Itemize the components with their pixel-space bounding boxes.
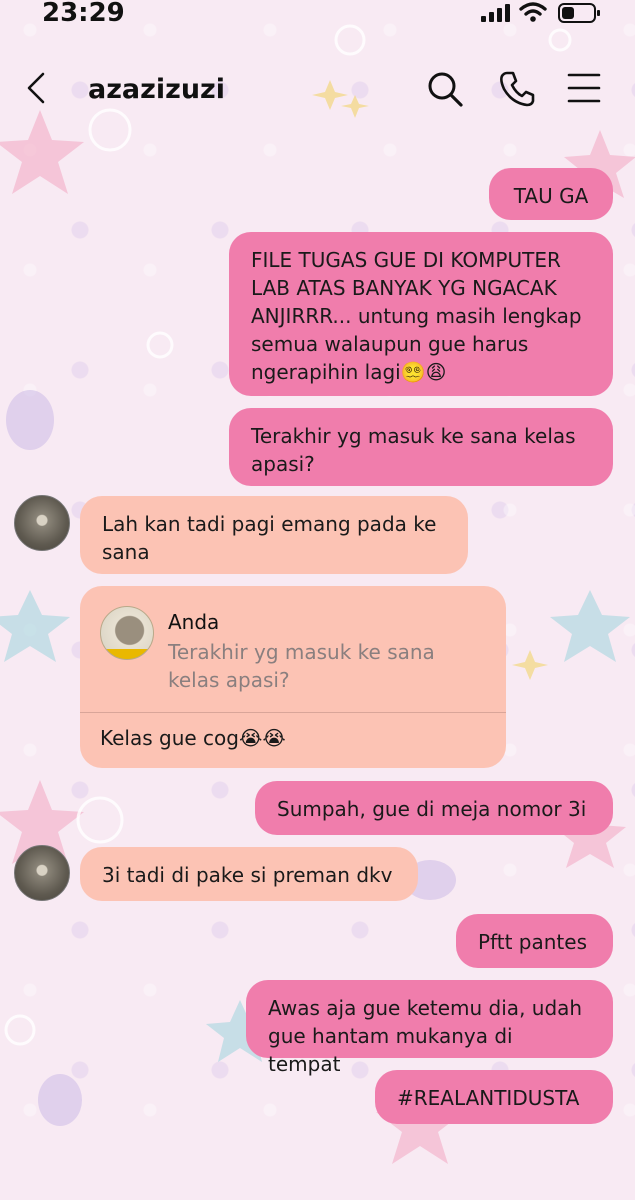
outgoing-message[interactable]: TAU GA [489, 168, 613, 220]
outgoing-message[interactable]: Terakhir yg masuk ke sana kelas apasi? [229, 408, 613, 486]
battery-icon [558, 3, 600, 23]
signal-icon [481, 4, 510, 22]
incoming-message[interactable]: 3i tadi di pake si preman dkv [80, 847, 418, 901]
status-time: 23:29 [42, 0, 125, 28]
reply-message[interactable]: Anda Terakhir yg masuk ke sana kelas apa… [80, 586, 506, 768]
contact-avatar[interactable] [14, 845, 70, 901]
incoming-message[interactable]: Lah kan tadi pagi emang pada ke sana [80, 496, 468, 574]
menu-icon[interactable] [567, 72, 601, 104]
search-icon[interactable] [426, 70, 464, 108]
outgoing-message[interactable]: Awas aja gue ketemu dia, udah gue hantam… [246, 980, 613, 1076]
reply-avatar [100, 606, 154, 660]
chat-username[interactable]: azazizuzi [88, 74, 225, 105]
outgoing-message[interactable]: FILE TUGAS GUE DI KOMPUTER LAB ATAS BANY… [229, 232, 613, 396]
contact-avatar[interactable] [14, 495, 70, 551]
wifi-icon [519, 2, 547, 22]
reply-text: Kelas gue cog😭😭 [100, 726, 286, 750]
reply-divider [80, 712, 506, 713]
back-arrow-icon[interactable] [26, 72, 46, 104]
chat-header: azazizuzi [0, 60, 635, 120]
status-bar: 23:29 [0, 0, 635, 30]
outgoing-message[interactable]: #REALANTIDUSTA [375, 1070, 613, 1124]
outgoing-message[interactable]: Pftt pantes [456, 914, 613, 968]
reply-quoted-text: Terakhir yg masuk ke sana kelas apasi? [168, 640, 435, 692]
reply-author: Anda [168, 610, 220, 634]
outgoing-message[interactable]: Sumpah, gue di meja nomor 3i [255, 781, 613, 835]
phone-icon[interactable] [498, 70, 536, 108]
